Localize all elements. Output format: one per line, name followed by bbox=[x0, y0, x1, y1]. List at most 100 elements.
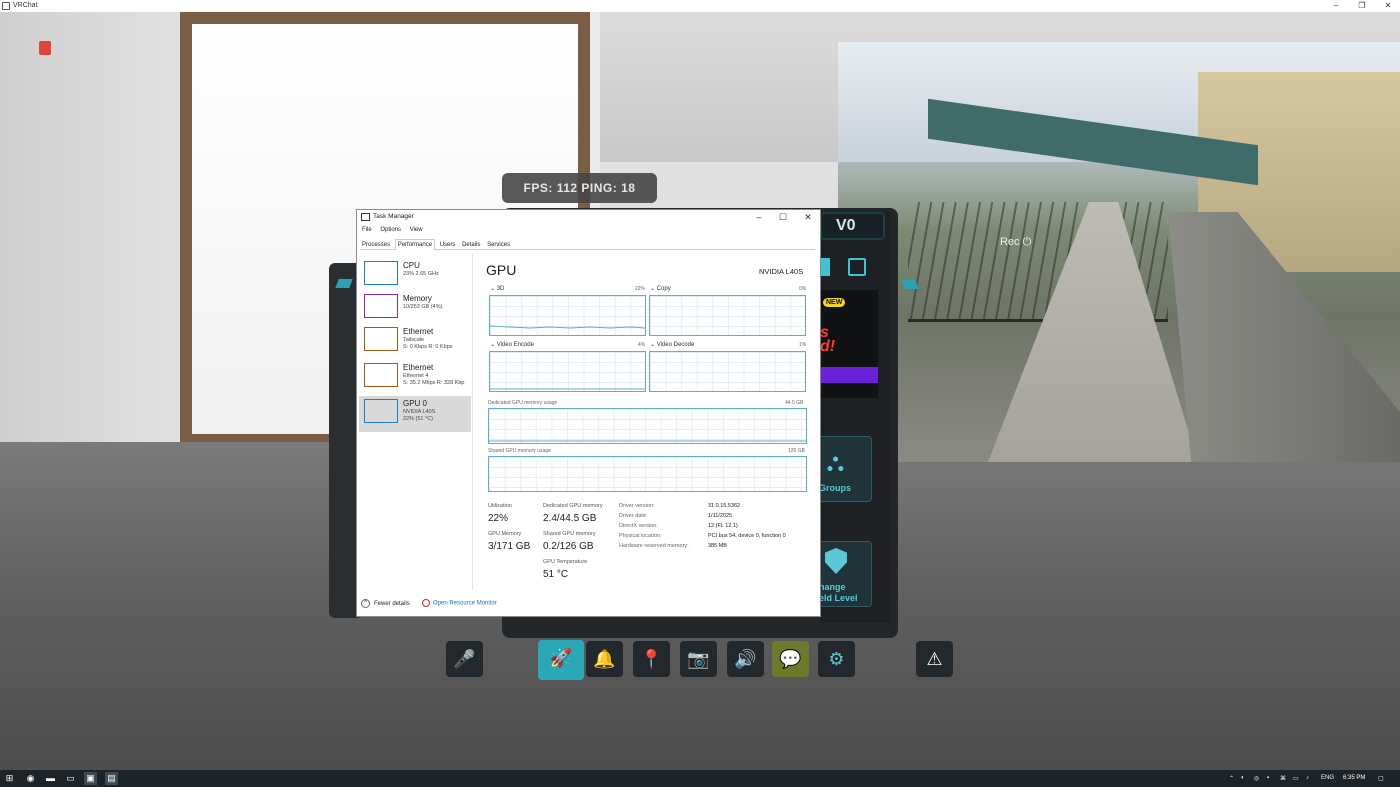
discord-tray-icon[interactable]: ◐ bbox=[1241, 775, 1245, 781]
notifications-button[interactable]: 🔔 bbox=[586, 641, 623, 677]
prop-value: 12 (FL 12.1) bbox=[708, 523, 738, 529]
resource-monitor-label: Open Resource Monitor bbox=[433, 600, 497, 607]
red-marker-icon bbox=[39, 41, 51, 55]
windows-taskbar: ⊞ ◉ ▬ ▭ ▣ ▤ ⌃ ◐ ◎ ▪ ⌘ ▭ ♪ ENG 6:35 PM ▢ bbox=[0, 770, 1400, 787]
outdoor-view bbox=[838, 42, 1400, 462]
task-manager-taskbar-icon[interactable]: ▤ bbox=[105, 772, 118, 785]
gpu-memory-value: 3/171 GB bbox=[488, 541, 531, 552]
vrchat-taskbar-icon[interactable]: ▣ bbox=[84, 772, 97, 785]
menu-file[interactable]: File bbox=[362, 227, 372, 233]
sidebar-item-gpu0[interactable]: GPU 0 NVIDIA L40S 22% (51 °C) bbox=[359, 396, 471, 432]
expand-icon[interactable] bbox=[848, 258, 866, 276]
chrome-icon[interactable]: ◉ bbox=[24, 772, 37, 785]
prop-label: DirectX version: bbox=[619, 523, 658, 529]
graph-3d bbox=[489, 295, 646, 336]
utilization-value: 22% bbox=[488, 513, 509, 524]
graph-copy bbox=[649, 295, 806, 336]
tab-users[interactable]: Users bbox=[438, 240, 458, 250]
panel-icon[interactable] bbox=[820, 258, 830, 276]
mic-muted-button[interactable]: 🎤 bbox=[446, 641, 483, 677]
language-indicator[interactable]: ENG bbox=[1321, 775, 1334, 781]
tm-minimize-button[interactable]: – bbox=[747, 210, 771, 224]
panel-tab-icon bbox=[901, 280, 919, 289]
engine-label-copy[interactable]: ⌄ Copy bbox=[650, 285, 671, 292]
sidebar-item-sub: 22% (51 °C) bbox=[403, 416, 434, 422]
minimize-button[interactable]: – bbox=[1323, 0, 1349, 12]
chat-button[interactable]: 💬 bbox=[772, 641, 809, 677]
tm-tabs: Processes Performance Users Details Serv… bbox=[360, 239, 815, 251]
tab-services[interactable]: Services bbox=[485, 240, 512, 250]
prop-label: Driver date: bbox=[619, 513, 648, 519]
open-resource-monitor-link[interactable]: Open Resource Monitor bbox=[422, 599, 522, 607]
network-tray-icon[interactable]: ⌘ bbox=[1280, 775, 1286, 782]
groups-button[interactable]: ⛬ Groups bbox=[812, 436, 872, 502]
sidebar-item-sub: Ethernet 4 bbox=[403, 373, 429, 379]
tray-chevron-icon[interactable]: ⌃ bbox=[1229, 775, 1234, 782]
gpu-model: NVIDIA L40S bbox=[759, 267, 804, 276]
settings-button[interactable]: ⚙ bbox=[818, 641, 855, 677]
start-button[interactable]: ⊞ bbox=[3, 772, 16, 785]
sidebar-item-ethernet-4[interactable]: Ethernet Ethernet 4 S: 35.2 Mbps R: 328 … bbox=[359, 360, 471, 396]
engine-pct-copy: 0% bbox=[799, 286, 807, 292]
display-tray-icon[interactable]: ▭ bbox=[1293, 775, 1299, 782]
warning-icon: ⚠ bbox=[926, 649, 943, 669]
speaker-icon: 🔊 bbox=[734, 649, 757, 669]
sidebar-item-memory[interactable]: Memory 10/253 GB (4%) bbox=[359, 291, 471, 327]
graph-dedicated-memory bbox=[488, 408, 807, 444]
gear-icon: ⚙ bbox=[828, 649, 845, 669]
change-shield-level-button[interactable]: hange eld Level bbox=[812, 541, 872, 607]
sidebar-item-label: GPU 0 bbox=[403, 399, 428, 408]
safety-button[interactable]: ⚠ bbox=[916, 641, 953, 677]
engine-label-video-encode[interactable]: ⌄ Video Encode bbox=[490, 341, 534, 348]
sidebar-item-ethernet-tailscale[interactable]: Ethernet Tailscale S: 0 Kbps R: 0 Kbps bbox=[359, 324, 471, 360]
location-button[interactable]: 📍 bbox=[633, 641, 670, 677]
tm-menu-bar: File Options View bbox=[362, 227, 430, 233]
menu-view[interactable]: View bbox=[410, 227, 423, 233]
sidebar-item-sub: 10/253 GB (4%) bbox=[403, 304, 443, 310]
terminal-icon[interactable]: ▭ bbox=[64, 772, 77, 785]
ad-banner[interactable]: NEW s d! bbox=[820, 290, 878, 398]
prop-label: Physical location: bbox=[619, 533, 662, 539]
window-title: VRChat bbox=[13, 2, 38, 9]
engine-label-3d[interactable]: ⌄ 3D bbox=[490, 285, 504, 292]
sidebar-item-sub: Tailscale bbox=[403, 337, 425, 343]
shared-memory-label: Shared GPU memory usage bbox=[488, 448, 551, 454]
app-tray-icon[interactable]: ▪ bbox=[1267, 775, 1269, 781]
tm-close-button[interactable]: ✕ bbox=[796, 210, 820, 224]
close-button[interactable]: ✕ bbox=[1375, 0, 1400, 12]
steam-tray-icon[interactable]: ◎ bbox=[1254, 775, 1259, 782]
fewer-details-button[interactable]: ^ Fewer details bbox=[361, 599, 431, 608]
dedicated-memory-max: 44.5 GB bbox=[785, 400, 804, 406]
tm-titlebar: Task Manager – ☐ ✕ bbox=[357, 210, 820, 224]
graph-video-decode bbox=[649, 351, 806, 392]
sidebar-item-sub: 23% 2.65 GHz bbox=[403, 271, 439, 277]
sidebar-item-label: Ethernet bbox=[403, 327, 434, 336]
volume-tray-icon[interactable]: ♪ bbox=[1306, 775, 1309, 781]
prop-label: Hardware reserved memory: bbox=[619, 543, 689, 549]
tab-details[interactable]: Details bbox=[460, 240, 482, 250]
camera-button[interactable]: 📷 bbox=[680, 641, 717, 677]
tm-maximize-button[interactable]: ☐ bbox=[771, 210, 795, 224]
prop-value: 385 MB bbox=[708, 543, 727, 549]
new-badge: NEW bbox=[823, 298, 846, 307]
dedicated-memory-label: Dedicated GPU memory usage bbox=[488, 400, 558, 406]
file-explorer-icon[interactable]: ▬ bbox=[44, 772, 57, 785]
ad-bar bbox=[820, 367, 878, 383]
launchpad-button[interactable]: 🚀 bbox=[538, 640, 584, 680]
maximize-button[interactable]: ❐ bbox=[1349, 0, 1375, 12]
resource-monitor-icon bbox=[422, 599, 430, 607]
sidebar-item-label: Memory bbox=[403, 294, 432, 303]
audio-button[interactable]: 🔊 bbox=[727, 641, 764, 677]
clock[interactable]: 6:35 PM bbox=[1343, 775, 1365, 781]
ethernet-thumb-graph bbox=[364, 363, 398, 387]
mic-muted-icon: 🎤 bbox=[453, 649, 476, 669]
notification-center-icon[interactable]: ▢ bbox=[1378, 775, 1384, 782]
gpu-memory-label: GPU Memory bbox=[488, 531, 522, 537]
tab-processes[interactable]: Processes bbox=[360, 240, 392, 250]
sidebar-item-cpu[interactable]: CPU 23% 2.65 GHz bbox=[359, 258, 471, 294]
engine-label-video-decode[interactable]: ⌄ Video Decode bbox=[650, 341, 694, 348]
menu-options[interactable]: Options bbox=[380, 227, 401, 233]
ad-text: s d! bbox=[820, 324, 836, 355]
tab-performance[interactable]: Performance bbox=[394, 239, 436, 251]
sidebar-item-label: CPU bbox=[403, 261, 420, 270]
